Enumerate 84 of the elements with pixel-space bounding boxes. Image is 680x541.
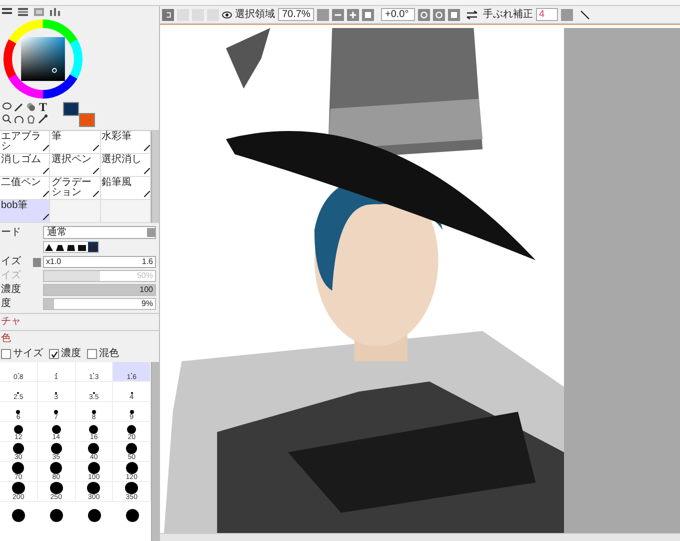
reset-zoom-button[interactable] [362, 8, 374, 20]
circle-icon [420, 10, 428, 18]
rotate-icon[interactable] [14, 114, 24, 124]
stabilizer-field[interactable]: 4 [536, 8, 558, 21]
undo-icon [164, 10, 172, 19]
pen-icon [144, 191, 150, 197]
pen-icon [93, 168, 100, 174]
parameter-label: イズ [1, 256, 22, 268]
parameter-label: 度 [1, 298, 12, 310]
pen-icon [43, 168, 49, 174]
brush-slot[interactable]: 水彩筆 [100, 131, 151, 154]
rotate-left-button[interactable] [418, 8, 430, 20]
square-icon [365, 12, 371, 18]
slider-value: 50% [136, 271, 153, 281]
foreground-color-swatch[interactable] [63, 102, 79, 116]
brush-slot[interactable]: bob筆 [0, 200, 50, 223]
brush-slot[interactable]: 選択消し [100, 154, 151, 177]
section-header[interactable]: 色 [1, 333, 11, 345]
horizontal-scrollbar[interactable] [160, 533, 680, 541]
brush-slot[interactable]: 二值ペン [0, 177, 50, 200]
brush-shape-icon[interactable] [77, 242, 87, 252]
zoom-dropdown-button[interactable] [317, 8, 329, 20]
scrollbar[interactable] [151, 362, 159, 541]
scrollbar[interactable] [151, 131, 159, 223]
zoom-field[interactable]: 70.7% [278, 8, 314, 21]
checkbox[interactable] [87, 349, 97, 359]
eye-icon[interactable] [222, 10, 232, 18]
parameter-label: イズ [1, 270, 22, 282]
multiplier-button[interactable] [33, 258, 41, 266]
selection-label: 選択領域 [235, 8, 275, 22]
brush-shape-icon[interactable] [66, 242, 76, 252]
brush-slot[interactable]: 選択ペン [50, 154, 101, 177]
size-field[interactable]: x1.0 1.6 [43, 256, 156, 268]
pen-icon [93, 145, 100, 151]
angle-field[interactable]: +0.0° [381, 8, 415, 21]
pen-icon [43, 145, 49, 151]
zoom-icon[interactable] [2, 114, 12, 124]
eyedropper-icon[interactable] [38, 114, 48, 124]
mixer-view-icon[interactable] [50, 8, 60, 16]
brush-slot[interactable]: グラデーション [50, 177, 101, 200]
zoom-out-button[interactable] [332, 8, 344, 20]
square-icon [451, 12, 457, 18]
checkbox[interactable] [1, 349, 11, 359]
layers-icon[interactable] [26, 102, 36, 112]
checkbox-label[interactable]: 混色 [99, 348, 119, 360]
brush-shape-icon[interactable] [55, 242, 65, 252]
brush-slot[interactable]: 筆 [50, 131, 101, 154]
stabilizer-label: 手ぶれ補正 [483, 8, 533, 22]
stabilizer-dropdown-button[interactable] [561, 8, 573, 20]
text-tool[interactable]: T [38, 102, 48, 112]
section-header[interactable]: チャ [1, 316, 21, 328]
brush-shape-icon[interactable] [44, 242, 54, 252]
slider-track[interactable]: 100 [43, 284, 156, 296]
background-color-swatch[interactable] [79, 113, 95, 127]
slider-track[interactable]: 9% [43, 298, 156, 310]
pen-icon [144, 145, 150, 151]
pen-icon [43, 191, 49, 197]
pen-icon [43, 214, 49, 220]
lasso-icon[interactable] [2, 102, 12, 112]
zoom-in-button[interactable] [347, 8, 359, 20]
checkbox-label[interactable]: 濃度 [61, 348, 81, 360]
circle-icon [435, 10, 443, 18]
mode-dropdown[interactable]: 通常 [43, 226, 156, 239]
pen-icon [93, 191, 100, 197]
brush-slot[interactable]: 鉛筆風 [100, 177, 151, 200]
rotate-right-button[interactable] [433, 8, 445, 20]
line-icon[interactable] [580, 10, 590, 20]
checkbox-label[interactable]: サイズ [13, 348, 43, 360]
color-wheel[interactable] [2, 18, 84, 100]
pen-icon [144, 168, 150, 174]
slider-value: 100 [140, 285, 153, 295]
wheel-view-icon[interactable] [2, 8, 12, 16]
flip-icon[interactable] [466, 10, 478, 20]
brush-slot[interactable]: エアブラシ [0, 131, 50, 154]
slider-value: 9% [141, 299, 153, 309]
palette-view-icon[interactable] [34, 8, 44, 16]
slider-view-icon[interactable] [18, 8, 28, 16]
undo-button[interactable] [162, 8, 174, 20]
plus-icon [349, 10, 357, 18]
parameter-label: 濃度 [1, 284, 22, 296]
brush-slot[interactable]: 消しゴム [0, 154, 50, 177]
checkbox[interactable] [49, 349, 59, 359]
reset-rotation-button[interactable] [448, 8, 460, 20]
mode-label: ード [1, 226, 22, 238]
